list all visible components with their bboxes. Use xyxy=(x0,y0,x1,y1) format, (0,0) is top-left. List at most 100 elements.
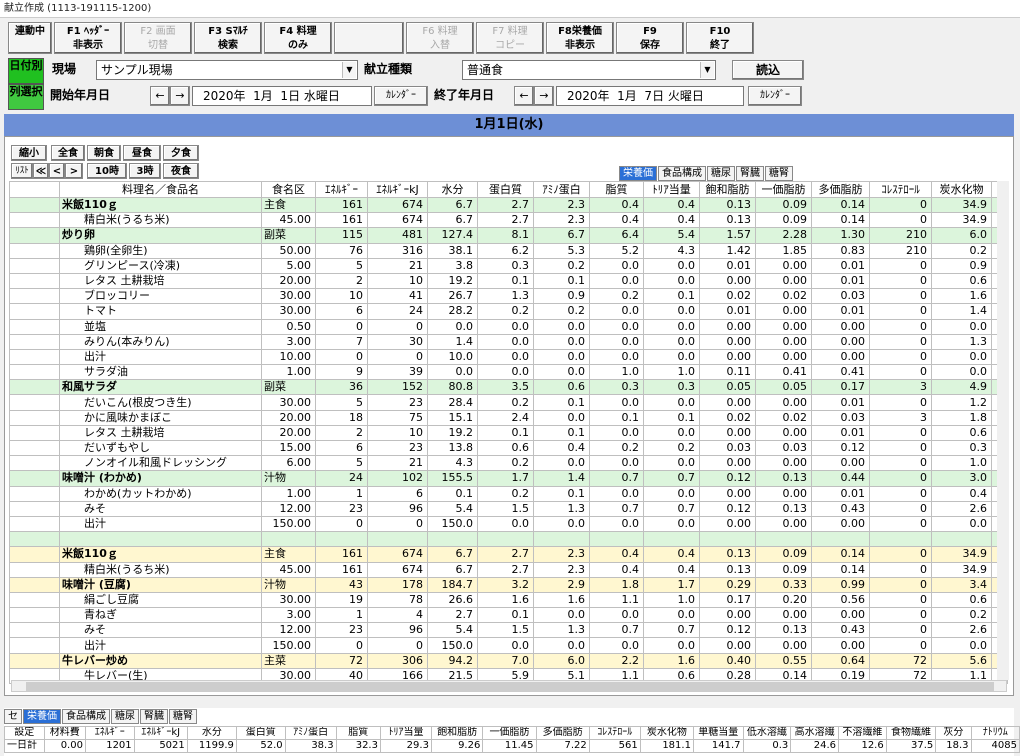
function-key-8[interactable]: F8栄養価 非表示 xyxy=(546,22,614,54)
shrink-button[interactable]: 縮小 xyxy=(11,145,47,161)
end-prev-day-button[interactable]: ← xyxy=(514,86,534,106)
all-meals-button[interactable]: 全食 xyxy=(51,145,85,161)
function-key-4[interactable]: F4 料理 のみ xyxy=(264,22,332,54)
amount-cell[interactable]: 20.00 xyxy=(261,424,316,442)
table-row[interactable]: みりん(本みりん) 3.00 7 30 1.4 0.0 0.0 0.0 0.0 0.00 0.00 0… xyxy=(9,333,1008,350)
amount-cell[interactable]: 20.00 xyxy=(261,272,316,290)
column-header[interactable]: ｱﾐﾉ蛋白 xyxy=(533,181,590,198)
dish-name[interactable]: 炒り卵 xyxy=(59,227,262,244)
food-name[interactable]: わかめ(カットわかめ) xyxy=(59,485,262,502)
table-row[interactable]: 絹ごし豆腐 30.00 19 78 26.6 1.6 1.6 1.1 1.0 0.17 0.20 0.… xyxy=(9,591,1008,609)
table-row[interactable]: 米飯110ｇ 主食 161 674 6.7 2.7 2.3 0.4 0.4 0.13 0.09 0.1… xyxy=(9,196,1008,214)
three-oclock-button[interactable]: 3時 xyxy=(129,163,161,179)
dish-name[interactable]: 和風サラダ xyxy=(59,379,262,396)
table-row[interactable]: みそ 12.00 23 96 5.4 1.5 1.3 0.7 0.7 0.12 0.13 0.43 0 2… xyxy=(9,500,1008,517)
night-snack-button[interactable]: 夜食 xyxy=(163,163,199,179)
food-name[interactable]: レタス 土耕栽培 xyxy=(59,272,262,290)
dish-name[interactable]: 米飯110ｇ xyxy=(59,196,262,214)
column-header[interactable]: 食名区 xyxy=(261,181,316,198)
start-calendar-button[interactable]: ｶﾚﾝﾀﾞｰ xyxy=(374,86,428,106)
column-header[interactable]: ﾄﾘｱ当量 xyxy=(643,181,700,198)
amount-cell[interactable]: 10.00 xyxy=(261,348,316,366)
category-cell[interactable]: 副菜 xyxy=(261,379,316,396)
amount-cell[interactable]: 15.00 xyxy=(261,439,316,457)
column-header[interactable]: 一価脂肪 xyxy=(755,181,812,198)
food-name[interactable]: 精白米(うるち米) xyxy=(59,561,262,578)
lunch-button[interactable]: 昼食 xyxy=(123,145,161,161)
tab-3[interactable]: 腎臓 xyxy=(736,166,764,181)
category-cell[interactable]: 汁物 xyxy=(261,576,316,593)
table-row[interactable]: グリンピース(冷凍) 5.00 5 21 3.8 0.3 0.2 0.0 0.0 0.01 0.00… xyxy=(9,257,1008,274)
food-name[interactable]: ノンオイル和風ドレッシング xyxy=(59,455,262,472)
dish-name[interactable]: 牛レバー炒め xyxy=(59,652,262,669)
table-row[interactable]: だいこん(根皮つき生) 30.00 5 23 28.4 0.2 0.1 0.0 0.0 0.00 0… xyxy=(9,394,1008,411)
column-header[interactable]: ｺﾚｽﾃﾛｰﾙ xyxy=(869,181,932,198)
next-button[interactable]: > xyxy=(65,163,83,179)
food-name[interactable]: ブロッコリー xyxy=(59,288,262,305)
column-header[interactable]: 脂質 xyxy=(589,181,644,198)
table-row[interactable]: レタス 土耕栽培 20.00 2 10 19.2 0.1 0.1 0.0 0.0 0.00 0.00… xyxy=(9,272,1008,290)
table-row[interactable]: 精白米(うるち米) 45.00 161 674 6.7 2.7 2.3 0.4 0.4 0.13 0… xyxy=(9,561,1008,578)
food-name[interactable]: みそ xyxy=(59,622,262,639)
bottom-tab-1[interactable]: 栄養価 xyxy=(23,709,61,724)
category-cell[interactable]: 副菜 xyxy=(261,227,316,244)
vertical-scrollbar[interactable] xyxy=(997,181,1009,680)
function-key-7[interactable]: F7 料理 コピー xyxy=(476,22,544,54)
chevron-down-icon[interactable]: ▼ xyxy=(342,62,356,78)
scroll-thumb[interactable] xyxy=(26,682,994,691)
table-row[interactable]: 米飯110ｇ 主食 161 674 6.7 2.7 2.3 0.4 0.4 0.13 0.09 0.1… xyxy=(9,546,1008,563)
table-row[interactable]: わかめ(カットわかめ) 1.00 1 6 0.1 0.2 0.1 0.0 0.0 0.00 0.00… xyxy=(9,485,1008,502)
amount-cell[interactable]: 12.00 xyxy=(261,622,316,639)
table-row[interactable]: 炒り卵 副菜 115 481 127.4 8.1 6.7 6.4 5.4 1.57 2.28 1.30… xyxy=(9,227,1008,244)
column-header[interactable]: ｴﾈﾙｷﾞｰkJ xyxy=(367,181,428,198)
amount-cell[interactable]: 30.00 xyxy=(261,591,316,609)
amount-cell[interactable]: 50.00 xyxy=(261,242,316,259)
dish-name[interactable]: 米飯110ｇ xyxy=(59,546,262,563)
tab-4[interactable]: 糖腎 xyxy=(765,166,793,181)
breakfast-button[interactable]: 朝食 xyxy=(87,145,121,161)
amount-cell[interactable]: 12.00 xyxy=(261,500,316,517)
horizontal-scrollbar[interactable] xyxy=(11,680,1007,692)
end-next-day-button[interactable]: → xyxy=(534,86,554,106)
table-row[interactable]: ノンオイル和風ドレッシング 6.00 5 21 4.3 0.2 0.0 0.0 0.0 0.00 0… xyxy=(9,455,1008,472)
amount-cell[interactable]: 6.00 xyxy=(261,455,316,472)
table-row[interactable]: 出汁 150.00 0 0 150.0 0.0 0.0 0.0 0.0 0.00 0.00 0.00 0… xyxy=(9,637,1008,654)
amount-cell[interactable]: 150.00 xyxy=(261,637,316,654)
table-row[interactable]: サラダ油 1.00 9 39 0.0 0.0 0.0 1.0 1.0 0.11 0.41 0.41 0 0… xyxy=(9,364,1008,381)
bottom-tab-2[interactable]: 食品構成 xyxy=(62,709,110,724)
amount-cell[interactable]: 3.00 xyxy=(261,333,316,350)
function-key-10[interactable]: F10 終了 xyxy=(686,22,754,54)
prev-button[interactable]: < xyxy=(49,163,65,179)
chevron-down-icon[interactable]: ▼ xyxy=(700,62,714,78)
dinner-button[interactable]: 夕食 xyxy=(163,145,199,161)
category-cell[interactable]: 主菜 xyxy=(261,652,316,669)
food-name[interactable]: 絹ごし豆腐 xyxy=(59,591,262,609)
bottom-tab-0[interactable]: セ xyxy=(4,709,22,724)
amount-cell[interactable]: 20.00 xyxy=(261,409,316,426)
food-name[interactable]: 出汁 xyxy=(59,515,262,533)
food-name[interactable]: 青ねぎ xyxy=(59,607,262,624)
food-name[interactable]: だいずもやし xyxy=(59,439,262,457)
function-key-3[interactable]: F3 Sﾏﾙﾁ 検索 xyxy=(194,22,262,54)
amount-cell[interactable]: 45.00 xyxy=(261,561,316,578)
food-name[interactable]: かに風味かまぼこ xyxy=(59,409,262,426)
amount-cell[interactable]: 5.00 xyxy=(261,257,316,274)
table-row[interactable]: 並塩 0.50 0 0 0.0 0.0 0.0 0.0 0.0 0.00 0.00 0.00 0 0.0 xyxy=(9,318,1008,335)
end-date-field[interactable]: 2020年 1月 7日 火曜日 xyxy=(556,86,744,106)
amount-cell[interactable]: 0.50 xyxy=(261,318,316,335)
column-header[interactable]: 炭水化物 xyxy=(931,181,992,198)
site-select[interactable]: サンプル現場 ▼ xyxy=(96,60,358,80)
category-cell[interactable]: 汁物 xyxy=(261,470,316,487)
food-name[interactable]: だいこん(根皮つき生) xyxy=(59,394,262,411)
table-row[interactable]: みそ 12.00 23 96 5.4 1.5 1.3 0.7 0.7 0.12 0.13 0.43 0 2… xyxy=(9,622,1008,639)
food-name[interactable]: みそ xyxy=(59,500,262,517)
column-header[interactable]: ｴﾈﾙｷﾞｰ xyxy=(315,181,368,198)
amount-cell[interactable]: 30.00 xyxy=(261,303,316,320)
column-header[interactable]: 料理名／食品名 xyxy=(59,181,262,198)
bottom-tab-4[interactable]: 腎臓 xyxy=(140,709,168,724)
bottom-tab-3[interactable]: 糖尿 xyxy=(111,709,139,724)
load-button[interactable]: 読込 xyxy=(732,60,804,80)
table-row[interactable]: 青ねぎ 3.00 1 4 2.7 0.1 0.0 0.0 0.0 0.00 0.00 0.00 0 0.2 xyxy=(9,607,1008,624)
column-header[interactable]: 飽和脂肪 xyxy=(699,181,756,198)
function-key-5[interactable] xyxy=(334,22,404,54)
